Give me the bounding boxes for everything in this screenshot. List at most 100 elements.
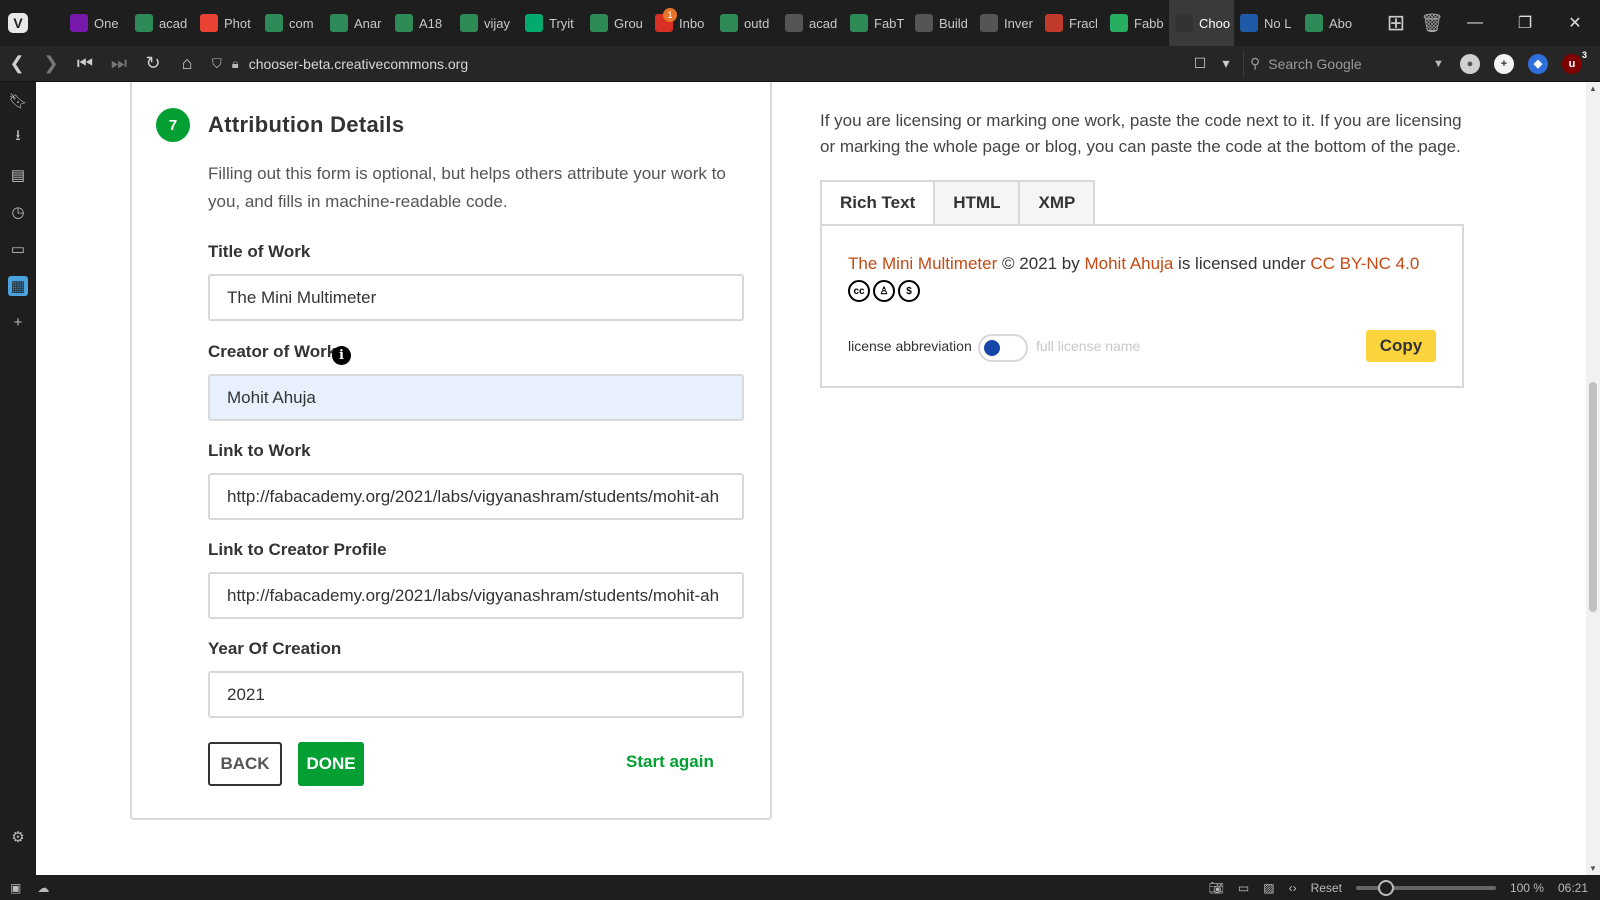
scrollbar-thumb[interactable]: [1589, 382, 1597, 612]
url-field[interactable]: ⛉ 🔒︎ chooser-beta.creativecommons.org: [212, 56, 1187, 72]
browser-tab[interactable]: Abo: [1299, 0, 1364, 46]
page-scrollbar[interactable]: ▲ ▼: [1586, 82, 1600, 875]
question-icon: [1240, 14, 1258, 32]
link-to-creator-input[interactable]: http://fabacademy.org/2021/labs/vigyanas…: [208, 572, 744, 619]
scroll-up-icon[interactable]: ▲: [1586, 84, 1600, 93]
search-icon: ⚲: [1250, 55, 1261, 71]
shield-icon[interactable]: ⛉: [212, 56, 222, 72]
tab-html[interactable]: HTML: [935, 180, 1021, 226]
panel-toggle-icon[interactable]: ▣: [10, 881, 21, 895]
closed-tabs-trash-icon[interactable]: 🗑: [1414, 13, 1450, 34]
tab-rich-text[interactable]: Rich Text: [820, 180, 936, 226]
tiling-icon[interactable]: ▭: [1238, 881, 1249, 895]
history-panel-icon[interactable]: ◷: [0, 193, 36, 230]
tab-label: One: [94, 15, 119, 31]
url-dropdown-button[interactable]: ▾: [1213, 55, 1239, 72]
browser-tab[interactable]: Choo: [1169, 0, 1234, 46]
browser-tab[interactable]: acad: [779, 0, 844, 46]
fabacademy-icon: [460, 14, 478, 32]
sync-cloud-icon[interactable]: ☁: [37, 881, 49, 895]
back-nav-button[interactable]: ❮: [0, 46, 34, 82]
browser-tab[interactable]: Tryit: [519, 0, 584, 46]
browser-tab[interactable]: No L: [1234, 0, 1299, 46]
zoom-reset-button[interactable]: Reset: [1311, 881, 1342, 895]
zoom-slider-knob[interactable]: [1377, 879, 1394, 896]
link-to-work-input[interactable]: http://fabacademy.org/2021/labs/vigyanas…: [208, 473, 744, 520]
tab-label: No L: [1264, 15, 1292, 31]
browser-tab[interactable]: outd: [714, 0, 779, 46]
rewind-button[interactable]: ⏮: [68, 46, 102, 82]
license-name-toggle[interactable]: [978, 334, 1028, 362]
year-of-creation-input[interactable]: 2021: [208, 671, 744, 718]
year-of-creation-label: Year Of Creation: [208, 639, 342, 658]
browser-tab[interactable]: vijay: [454, 0, 519, 46]
page-actions-icon[interactable]: ‹›: [1289, 881, 1297, 895]
zoom-level: 100 %: [1509, 880, 1544, 895]
gem-icon: ◆: [1528, 53, 1548, 74]
bookmark-page-button[interactable]: ☐: [1187, 55, 1213, 72]
settings-gear-icon[interactable]: ⚙: [0, 818, 36, 855]
bookmarks-panel-icon[interactable]: 🔖︎: [0, 82, 36, 119]
creator-link[interactable]: Mohit Ahuja: [1084, 254, 1173, 273]
attribution-text-2: is licensed under: [1173, 254, 1311, 273]
tab-xmp[interactable]: XMP: [1020, 180, 1096, 226]
browser-tab[interactable]: Build: [909, 0, 974, 46]
scroll-down-icon[interactable]: ▼: [1586, 864, 1600, 873]
downloads-panel-icon[interactable]: ⭳: [0, 119, 36, 156]
reload-button[interactable]: ↻: [136, 46, 170, 82]
home-button[interactable]: ⌂: [170, 46, 204, 82]
browser-tab[interactable]: Inver: [974, 0, 1039, 46]
search-field[interactable]: ⚲ Search Google: [1243, 49, 1433, 78]
fast-forward-button[interactable]: ⏭: [102, 46, 136, 82]
browser-tab[interactable]: com: [259, 0, 324, 46]
close-window-button[interactable]: ✕: [1550, 0, 1600, 46]
browser-tab[interactable]: FabT: [844, 0, 909, 46]
forward-nav-button[interactable]: ❯: [34, 46, 68, 82]
browser-tab-bar: V One acad Phot com Anar A18 vijay Tryit Grou 1 In…: [0, 0, 1600, 46]
side-panel: 🔖︎ ⭳ ▤ ◷ ▭ ▦ + ⚙: [0, 82, 36, 875]
browser-tab[interactable]: Fracl: [1039, 0, 1104, 46]
window-panel-icon[interactable]: ▭: [0, 230, 36, 267]
fabacademy-icon: [590, 14, 608, 32]
ublock-extension-button[interactable]: u3: [1555, 50, 1589, 74]
work-title-link[interactable]: The Mini Multimeter: [848, 254, 997, 273]
images-icon[interactable]: ▨: [1263, 881, 1274, 895]
info-icon[interactable]: i: [332, 346, 351, 365]
web-panel-icon[interactable]: ▦: [0, 267, 36, 304]
browser-tab[interactable]: acad: [129, 0, 194, 46]
creator-of-work-input[interactable]: Mohit Ahuja: [208, 374, 744, 421]
browser-tab[interactable]: Phot: [194, 0, 259, 46]
browser-tab[interactable]: Anar: [324, 0, 389, 46]
url-text: chooser-beta.creativecommons.org: [248, 55, 469, 72]
start-again-link[interactable]: Start again: [626, 752, 714, 772]
browser-tab[interactable]: One: [64, 0, 129, 46]
document-icon: [915, 14, 933, 32]
browser-tab[interactable]: Fabb: [1104, 0, 1169, 46]
minimize-button[interactable]: —: [1450, 0, 1500, 46]
done-button[interactable]: DONE: [298, 742, 364, 786]
browser-tab[interactable]: 1 Inbo: [649, 0, 714, 46]
extension-button-2[interactable]: ◆: [1521, 53, 1555, 74]
add-web-panel-icon[interactable]: +: [0, 304, 36, 341]
attribution-text-1: © 2021 by: [997, 254, 1085, 273]
title-of-work-input[interactable]: The Mini Multimeter: [208, 274, 744, 321]
vivaldi-menu-button[interactable]: V: [0, 0, 36, 46]
restore-button[interactable]: ❐: [1500, 0, 1550, 46]
back-button[interactable]: BACK: [208, 742, 282, 786]
capture-icon[interactable]: 📷︎: [1209, 881, 1224, 895]
zoom-slider[interactable]: [1355, 879, 1496, 896]
tab-label: Anar: [354, 15, 382, 31]
document-icon: [785, 14, 803, 32]
license-link[interactable]: CC BY-NC 4.0: [1310, 254, 1419, 273]
browser-tab[interactable]: A18: [389, 0, 454, 46]
tab-label: acad: [159, 15, 188, 31]
search-engine-dropdown[interactable]: ▼: [1433, 58, 1453, 70]
web-page: 7 Attribution Details Filling out this f…: [36, 82, 1586, 875]
profile-button[interactable]: ●: [1453, 53, 1487, 74]
extension-button-1[interactable]: +: [1487, 53, 1521, 74]
browser-tab[interactable]: Grou: [584, 0, 649, 46]
copy-button[interactable]: Copy: [1366, 330, 1436, 362]
notes-panel-icon[interactable]: ▤: [0, 156, 36, 193]
fabacademy-icon: [1305, 14, 1323, 32]
new-tab-button[interactable]: ⊞: [1378, 0, 1414, 46]
